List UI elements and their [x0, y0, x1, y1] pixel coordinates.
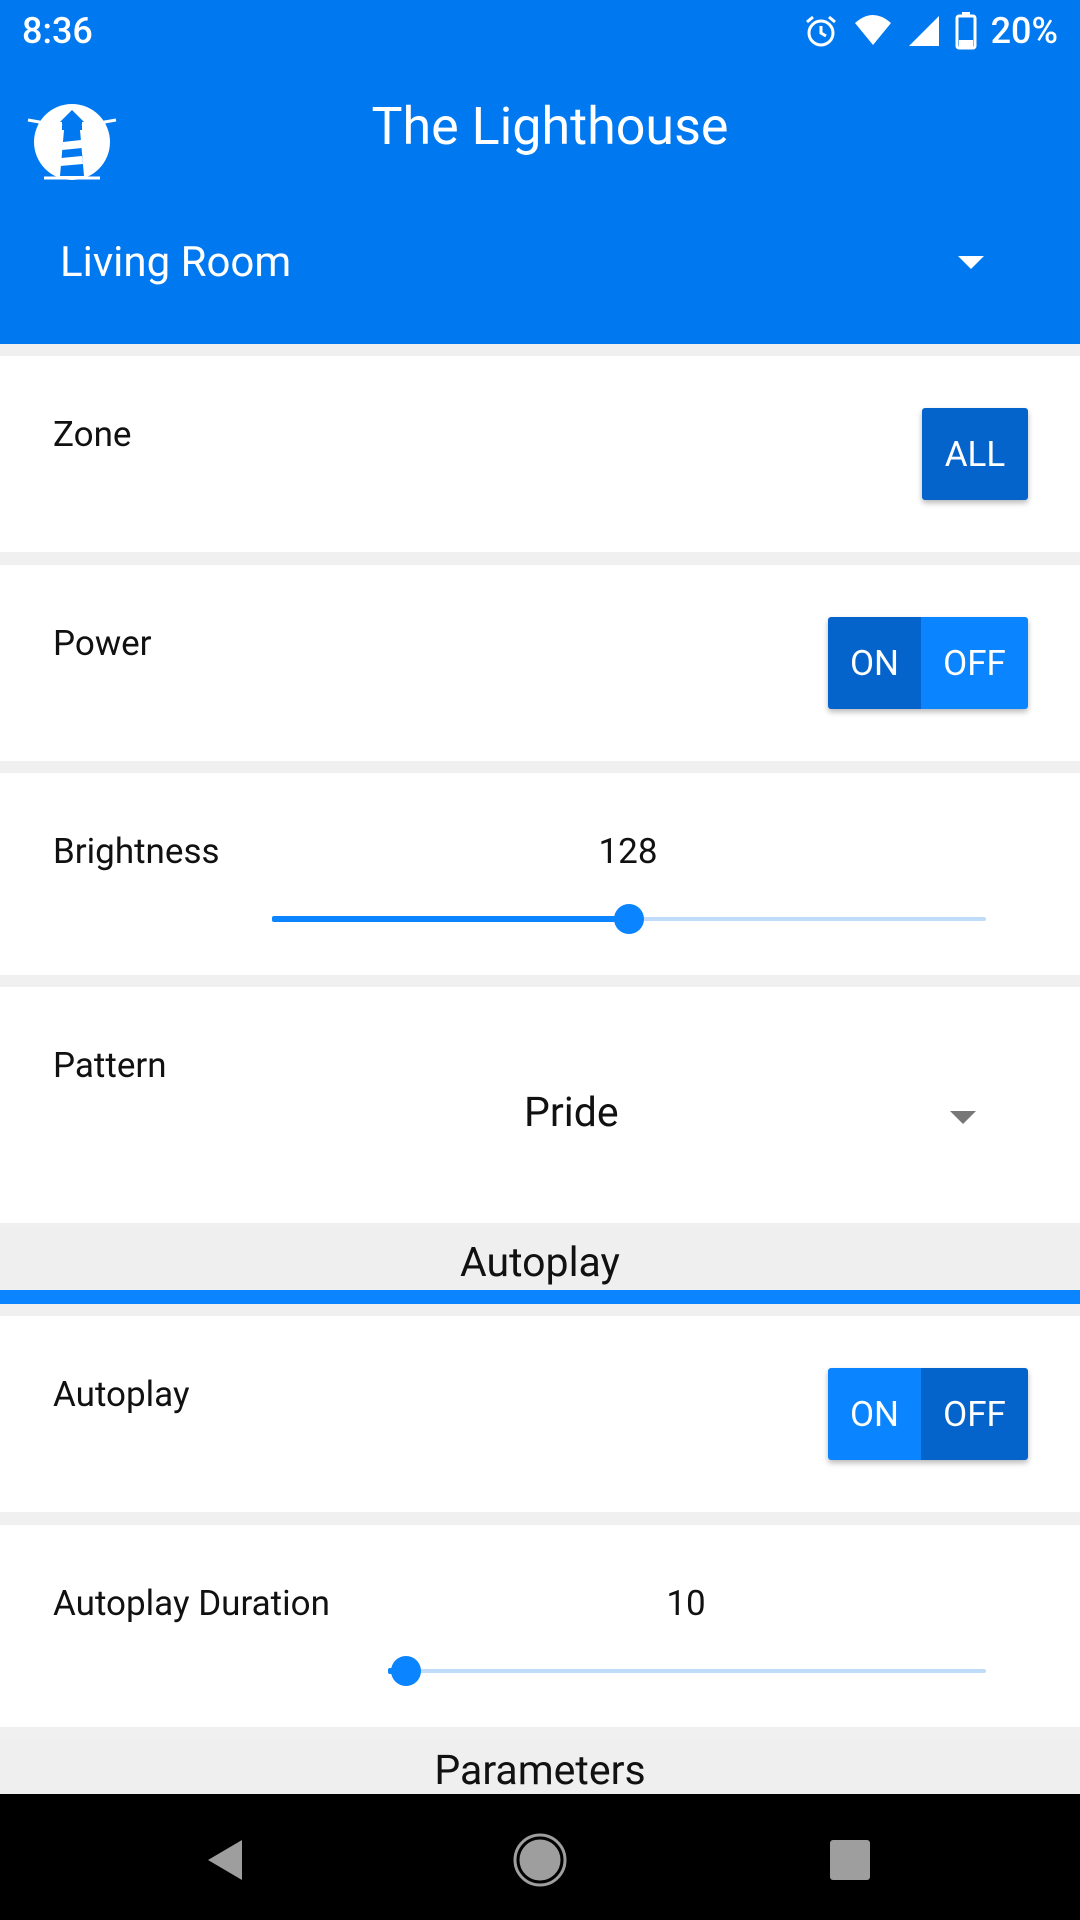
- autoplay-card: Autoplay ON OFF: [0, 1316, 1080, 1512]
- pattern-label: Pattern: [53, 1045, 167, 1086]
- brightness-card: Brightness 128: [0, 773, 1080, 975]
- battery-icon: [955, 12, 977, 50]
- app-title: The Lighthouse: [371, 96, 729, 157]
- zone-card: Zone ALL: [0, 356, 1080, 552]
- parameters-section-header: Parameters: [0, 1738, 1080, 1794]
- slider-track: [388, 1669, 986, 1673]
- autoplay-section-header: Autoplay: [0, 1228, 1080, 1290]
- autoplay-off-button[interactable]: OFF: [921, 1368, 1028, 1460]
- room-dropdown[interactable]: Living Room: [60, 222, 1000, 302]
- status-icons: 20%: [803, 10, 1058, 52]
- chevron-down-icon: [958, 255, 984, 269]
- pattern-dropdown-value: Pride: [524, 1089, 619, 1137]
- chevron-down-icon: [950, 1111, 976, 1124]
- brightness-value: 128: [598, 831, 658, 872]
- lighthouse-logo-icon: [27, 104, 117, 180]
- signal-icon: [908, 16, 939, 46]
- autoplay-duration-slider[interactable]: [388, 1651, 986, 1691]
- back-icon[interactable]: [190, 1824, 260, 1894]
- pattern-card: Pattern Pride: [0, 987, 1080, 1223]
- power-off-button[interactable]: OFF: [921, 617, 1028, 709]
- alarm-icon: [805, 15, 836, 47]
- autoplay-duration-card: Autoplay Duration 10: [0, 1525, 1080, 1727]
- brightness-label: Brightness: [53, 831, 220, 872]
- recents-icon[interactable]: [815, 1824, 885, 1894]
- section-divider: [0, 1290, 1080, 1304]
- system-nav-bar: [0, 1794, 1080, 1920]
- slider-thumb[interactable]: [391, 1656, 421, 1686]
- power-on-button[interactable]: ON: [828, 617, 921, 709]
- power-toggle: ON OFF: [828, 617, 1028, 709]
- room-dropdown-value: Living Room: [60, 237, 292, 287]
- status-time: 8:36: [22, 10, 93, 52]
- slider-thumb[interactable]: [614, 904, 644, 934]
- autoplay-duration-value: 10: [666, 1583, 706, 1624]
- app-header: The Lighthouse Living Room: [0, 64, 1080, 344]
- home-icon[interactable]: [505, 1824, 575, 1894]
- wifi-icon: [854, 15, 891, 45]
- zone-all-button[interactable]: ALL: [922, 408, 1028, 500]
- battery-percent: 20%: [990, 10, 1058, 52]
- zone-label: Zone: [53, 414, 132, 455]
- status-bar: 8:36 20%: [0, 0, 1080, 64]
- power-label: Power: [53, 623, 152, 664]
- pattern-dropdown[interactable]: Pride: [470, 1077, 990, 1157]
- autoplay-toggle: ON OFF: [828, 1368, 1028, 1460]
- autoplay-duration-label: Autoplay Duration: [53, 1583, 330, 1624]
- autoplay-on-button[interactable]: ON: [828, 1368, 921, 1460]
- slider-fill: [272, 916, 629, 922]
- autoplay-label: Autoplay: [53, 1374, 190, 1415]
- brightness-slider[interactable]: [272, 899, 986, 939]
- power-card: Power ON OFF: [0, 565, 1080, 761]
